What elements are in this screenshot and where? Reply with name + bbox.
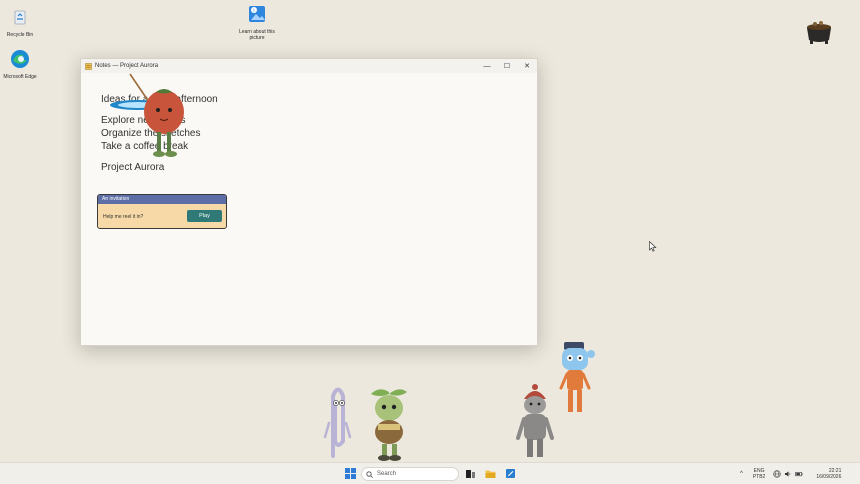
desktop-icon-edge[interactable]: Microsoft Edge	[0, 48, 40, 80]
maximize-button[interactable]: ☐	[497, 59, 517, 73]
invitation-header: An invitation	[98, 195, 226, 204]
notes-taskbar-icon[interactable]	[505, 468, 516, 479]
window-title: Notes — Project Aurora	[95, 63, 159, 69]
system-tray: ^ ENG PTB2 22:21 16/09/2026	[740, 466, 841, 482]
windows-start-icon[interactable]	[345, 468, 356, 479]
search-placeholder: Search	[377, 471, 397, 477]
invitation-message: Help me reel it in?	[103, 214, 144, 220]
notes-app-icon	[85, 62, 92, 70]
task-view-icon[interactable]	[465, 468, 476, 479]
recycle-bin-icon	[14, 10, 26, 25]
taskbar-search-box[interactable]: Search	[361, 467, 459, 481]
paperclip-character[interactable]	[323, 381, 353, 463]
svg-text:i: i	[253, 8, 254, 14]
plant-sprout-character[interactable]	[365, 384, 413, 462]
close-button[interactable]: ✕	[517, 59, 537, 73]
minimize-button[interactable]: —	[477, 59, 497, 73]
keyboard-layout: PTB2	[752, 474, 766, 480]
invitation-card: An invitation Help me reel it in? Play	[97, 194, 227, 229]
desktop-icon-label: Recycle Bin	[6, 32, 34, 38]
desktop-icon-label: Learn about this picture	[239, 29, 275, 41]
robot-character[interactable]	[556, 340, 598, 416]
volume-icon[interactable]	[784, 470, 792, 478]
chevron-up-icon[interactable]: ^	[740, 471, 743, 477]
spotlight-picture-icon: i	[249, 6, 265, 22]
taskbar-clock[interactable]: 22:21 16/09/2026	[816, 468, 841, 480]
taskbar: Search ^ ENG PTB2 22:21 16/09/2026	[0, 462, 860, 484]
network-globe-icon[interactable]	[773, 470, 781, 478]
desktop-icon-learn-about-picture[interactable]: i Learn about this picture	[237, 3, 277, 41]
desktop-icon-label: Microsoft Edge	[3, 74, 37, 80]
cauldron-icon[interactable]	[804, 18, 834, 46]
clock-date: 16/09/2026	[816, 474, 842, 480]
window-titlebar[interactable]: Notes — Project Aurora — ☐ ✕	[81, 59, 537, 73]
desktop-icon-recycle-bin[interactable]: Recycle Bin	[0, 6, 40, 38]
battery-icon[interactable]	[795, 470, 803, 478]
edge-browser-icon	[11, 50, 29, 68]
language-indicator[interactable]: ENG PTB2	[753, 468, 766, 480]
search-icon	[366, 470, 373, 478]
play-button[interactable]: Play	[187, 210, 222, 222]
note-line: Project Aurora	[101, 162, 165, 173]
beanie-figure-character[interactable]	[515, 383, 555, 461]
file-explorer-icon[interactable]	[485, 468, 496, 479]
tomato-fisher-character[interactable]	[108, 72, 190, 162]
mouse-cursor-icon	[649, 241, 657, 252]
